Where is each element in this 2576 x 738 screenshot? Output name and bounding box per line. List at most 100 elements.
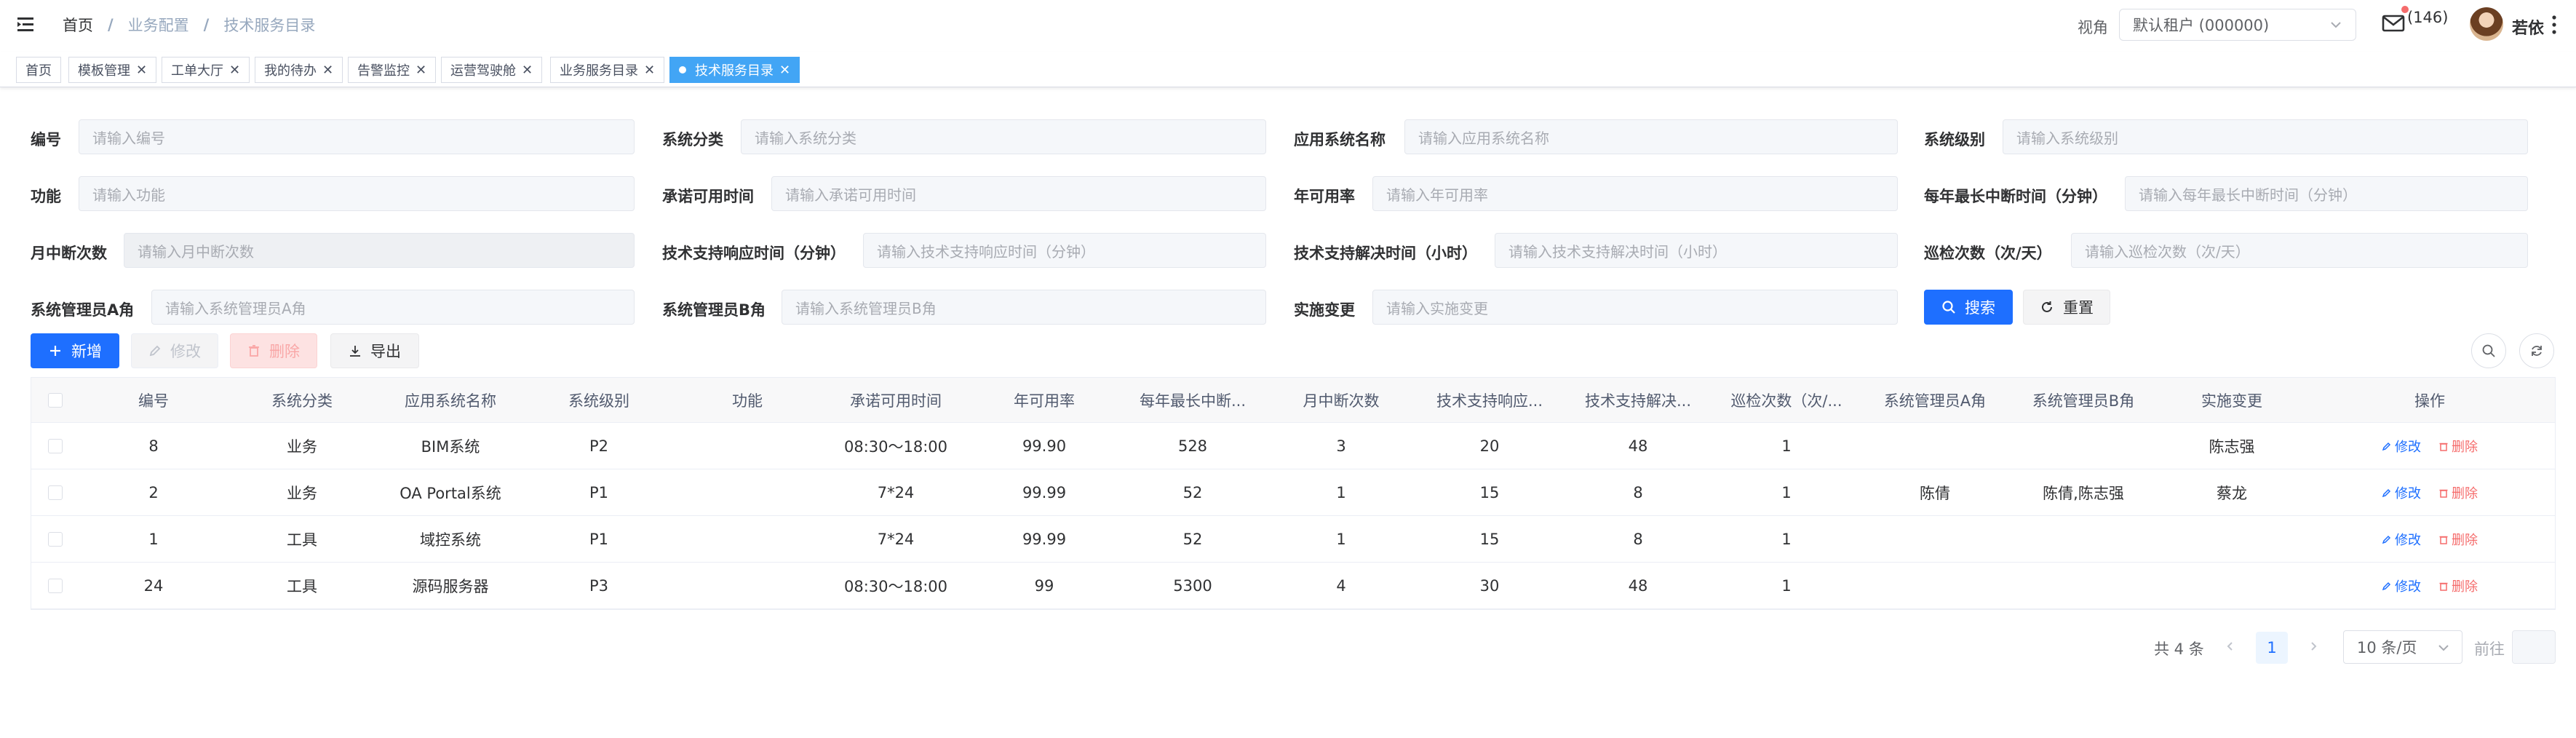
row-checkbox[interactable] — [48, 531, 63, 547]
row-edit-button[interactable]: 修改 — [2382, 483, 2421, 502]
breadcrumb-home[interactable]: 首页 — [63, 14, 93, 36]
table-row[interactable]: 1 工具 域控系统 P1 7*24 99.99 52 1 15 8 1 修改 删除 — [31, 516, 2555, 563]
cell-support-resolution-time: 48 — [1628, 576, 1648, 595]
tags-view: 首页 模板管理 ✕ 工单大厅 ✕ 我的待办 ✕ 告警监控 ✕ 运营驾驶舱 ✕ 业务服务目录… — [0, 52, 2576, 87]
col-id[interactable]: 编号 — [79, 378, 228, 422]
col-support-response-time[interactable]: 技术支持响应... — [1415, 378, 1564, 422]
close-icon[interactable]: ✕ — [322, 63, 333, 78]
refresh-button[interactable] — [2519, 333, 2554, 368]
row-delete-label: 删除 — [2452, 439, 2478, 455]
mail-icon[interactable] — [2381, 10, 2407, 36]
edit-icon — [2382, 582, 2391, 590]
tag-ticket-hall[interactable]: 工单大厅 ✕ — [162, 57, 250, 83]
close-icon[interactable]: ✕ — [779, 63, 790, 78]
input-support-resolution-time[interactable]: 请输入技术支持解决时间（小时） — [1495, 233, 1898, 268]
row-select-cell — [31, 516, 79, 562]
row-checkbox[interactable] — [48, 438, 63, 453]
row-delete-button[interactable]: 删除 — [2438, 576, 2478, 595]
tenant-select[interactable]: 默认租户 (000000) — [2119, 9, 2356, 41]
input-system-level[interactable]: 请输入系统级别 — [2003, 119, 2528, 154]
col-monthly-interruptions[interactable]: 月中断次数 — [1267, 378, 1415, 422]
col-promised-availability[interactable]: 承诺可用时间 — [822, 378, 970, 422]
tag-tech-service-catalog[interactable]: 技术服务目录 ✕ — [669, 57, 800, 83]
export-button[interactable]: 导出 — [330, 333, 419, 368]
col-system-category[interactable]: 系统分类 — [228, 378, 376, 422]
col-admin-a[interactable]: 系统管理员A角 — [1861, 378, 2009, 422]
input-id[interactable]: 请输入编号 — [79, 119, 635, 154]
trash-icon — [2439, 582, 2448, 591]
row-edit-button[interactable]: 修改 — [2382, 530, 2421, 549]
close-icon[interactable]: ✕ — [136, 63, 147, 78]
col-function[interactable]: 功能 — [673, 378, 822, 422]
label-app-system-name: 应用系统名称 — [1294, 131, 1386, 148]
input-system-category[interactable]: 请输入系统分类 — [741, 119, 1266, 154]
cell-admin-b — [2009, 423, 2158, 469]
col-system-level[interactable]: 系统级别 — [525, 378, 673, 422]
input-max-annual-downtime[interactable]: 请输入每年最长中断时间（分钟） — [2125, 176, 2528, 211]
page-size-select[interactable]: 10 条/页 — [2343, 630, 2462, 664]
close-icon[interactable]: ✕ — [416, 63, 426, 78]
table-row[interactable]: 2 业务 OA Portal系统 P1 7*24 99.99 52 1 15 8 1 陈倩 陈倩,陈志强… — [31, 469, 2555, 516]
input-app-system-name[interactable]: 请输入应用系统名称 — [1404, 119, 1898, 154]
pagination-next-button[interactable] — [2302, 632, 2324, 661]
row-edit-button[interactable]: 修改 — [2382, 437, 2421, 456]
col-implementation-change[interactable]: 实施变更 — [2158, 378, 2306, 422]
tag-business-service-catalog[interactable]: 业务服务目录 ✕ — [550, 57, 665, 83]
col-inspections-per-day[interactable]: 巡检次数（次/... — [1712, 378, 1861, 422]
delete-button-label: 删除 — [269, 343, 300, 360]
breadcrumb-business-config[interactable]: 业务配置 — [128, 14, 189, 36]
tag-label: 我的待办 — [264, 63, 317, 79]
col-support-resolution-time[interactable]: 技术支持解决... — [1564, 378, 1712, 422]
input-inspections-per-day[interactable]: 请输入巡检次数（次/天） — [2071, 233, 2528, 268]
row-checkbox[interactable] — [48, 578, 63, 593]
row-delete-button[interactable]: 删除 — [2438, 530, 2478, 549]
avatar[interactable] — [2470, 7, 2503, 41]
tag-home[interactable]: 首页 — [16, 57, 61, 83]
pagination-goto-input[interactable] — [2512, 630, 2556, 664]
close-icon[interactable]: ✕ — [522, 63, 533, 78]
col-annual-availability[interactable]: 年可用率 — [970, 378, 1118, 422]
col-max-annual-downtime[interactable]: 每年最长中断... — [1118, 378, 1267, 422]
pagination-page-1[interactable]: 1 — [2256, 632, 2288, 664]
input-support-response-time[interactable]: 请输入技术支持响应时间（分钟） — [863, 233, 1266, 268]
cell-admin-a — [1861, 423, 2009, 469]
cell-monthly-interruptions: 4 — [1336, 576, 1346, 595]
input-implementation-change[interactable]: 请输入实施变更 — [1372, 290, 1898, 325]
input-function[interactable]: 请输入功能 — [79, 176, 635, 211]
cell-annual-availability: 99.99 — [1022, 483, 1067, 501]
input-promised-availability[interactable]: 请输入承诺可用时间 — [771, 176, 1266, 211]
row-delete-button[interactable]: 删除 — [2438, 437, 2478, 456]
col-admin-b[interactable]: 系统管理员B角 — [2009, 378, 2158, 422]
input-admin-b[interactable]: 请输入系统管理员B角 — [782, 290, 1266, 325]
row-edit-button[interactable]: 修改 — [2382, 576, 2421, 595]
tag-alarm-monitor[interactable]: 告警监控 ✕ — [348, 57, 437, 83]
more-vertical-icon[interactable] — [2551, 15, 2558, 35]
select-all-checkbox[interactable] — [48, 392, 63, 408]
cell-system-category: 业务 — [287, 437, 317, 456]
input-annual-availability[interactable]: 请输入年可用率 — [1372, 176, 1898, 211]
reset-button[interactable]: 重置 — [2023, 290, 2110, 325]
tag-template-management[interactable]: 模板管理 ✕ — [68, 57, 157, 83]
row-delete-button[interactable]: 删除 — [2438, 483, 2478, 502]
pagination-prev-button[interactable] — [2219, 632, 2241, 661]
table-row[interactable]: 8 业务 BIM系统 P2 08:30～18:00 99.90 528 3 20 48 1 陈志强 修改… — [31, 423, 2555, 469]
tag-my-todo[interactable]: 我的待办 ✕ — [255, 57, 343, 83]
username[interactable]: 若依 — [2512, 15, 2544, 39]
search-button[interactable]: 搜索 — [1924, 290, 2013, 325]
col-app-system-name[interactable]: 应用系统名称 — [376, 378, 525, 422]
table-row[interactable]: 24 工具 源码服务器 P3 08:30～18:00 99 5300 4 30 48 1 修改 删除 — [31, 563, 2555, 609]
cell-function — [673, 516, 822, 562]
input-admin-a[interactable]: 请输入系统管理员A角 — [151, 290, 635, 325]
row-checkbox[interactable] — [48, 485, 63, 500]
edit-button[interactable]: 修改 — [131, 333, 218, 368]
tag-ops-cockpit[interactable]: 运营驾驶舱 ✕ — [441, 57, 543, 83]
close-icon[interactable]: ✕ — [229, 63, 240, 78]
search-icon — [1942, 301, 1955, 314]
add-button[interactable]: 新增 — [31, 333, 119, 368]
close-icon[interactable]: ✕ — [644, 63, 655, 78]
input-monthly-interruptions[interactable]: 请输入月中断次数 — [124, 233, 635, 268]
toggle-search-button[interactable] — [2471, 333, 2506, 368]
delete-button[interactable]: 删除 — [230, 333, 317, 368]
hamburger-icon[interactable] — [16, 14, 38, 36]
row-select-cell — [31, 563, 79, 608]
